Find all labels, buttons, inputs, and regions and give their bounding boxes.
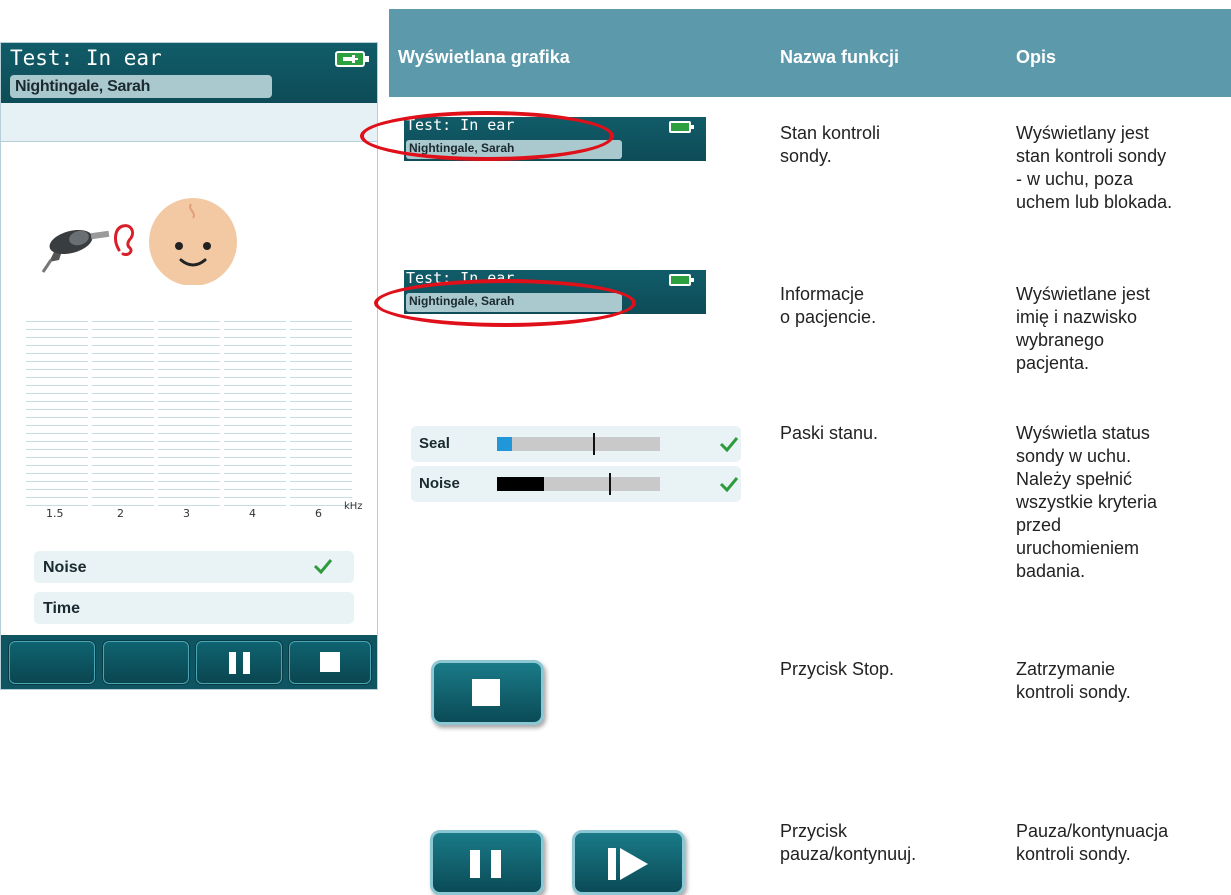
noise-label: Noise	[43, 559, 87, 576]
freq-tick: 6	[315, 507, 322, 520]
row4-description: Zatrzymanie kontroli sondy.	[1016, 659, 1131, 702]
noise-threshold-marker	[609, 473, 611, 495]
row1-function: Stan kontroli sondy.	[780, 123, 881, 166]
device-info-strip	[1, 103, 377, 141]
stop-button-image[interactable]	[431, 660, 544, 725]
charging-plug-icon	[343, 55, 358, 63]
device-patient-name: Nightingale, Sarah	[15, 78, 151, 95]
pause-button-image[interactable]	[430, 830, 544, 895]
stop-icon	[320, 652, 340, 672]
row5-description: Pauza/kontynuacja kontroli sondy.	[1016, 821, 1169, 864]
freq-unit: kHz	[344, 501, 363, 512]
header-graphic: Wyświetlana grafika	[398, 47, 570, 67]
pause-icon	[229, 652, 236, 674]
noise-status-bar	[497, 473, 660, 495]
time-status-row	[34, 592, 354, 624]
row1-description: Wyświetlany jest stan kontroli sondy - w u…	[1016, 123, 1173, 212]
frequency-band-1-5	[26, 321, 88, 506]
continue-button-image[interactable]	[572, 830, 685, 895]
device-screen: Test: In ear Nightingale, Sarah 1.5 2 3 …	[0, 42, 378, 690]
highlight-ellipse	[374, 279, 636, 327]
battery-icon	[669, 121, 691, 133]
header-function: Nazwa funkcji	[780, 47, 900, 67]
freq-tick: 4	[249, 507, 256, 520]
noise-label: Noise	[419, 475, 460, 492]
frequency-band-2	[92, 321, 154, 506]
divider	[1, 141, 377, 142]
battery-icon-terminal	[691, 125, 694, 129]
seal-bar-fill	[497, 437, 512, 451]
frequency-band-6	[290, 321, 352, 506]
noise-bar-fill	[497, 477, 544, 491]
pause-icon	[470, 850, 480, 878]
seal-label: Seal	[419, 435, 450, 452]
row5-function: Przycisk pauza/kontynuuj.	[780, 821, 917, 864]
pause-icon	[491, 850, 501, 878]
pause-button[interactable]	[196, 641, 282, 684]
ear-icon	[114, 224, 135, 256]
highlight-ellipse	[360, 111, 614, 161]
row2-function: Informacje o pacjencie.	[780, 284, 877, 327]
check-icon	[719, 477, 739, 492]
row4-function: Przycisk Stop.	[780, 659, 895, 679]
header-description: Opis	[1016, 47, 1057, 67]
play-icon	[608, 848, 648, 880]
freq-tick: 3	[183, 507, 190, 520]
check-icon	[719, 437, 739, 452]
frequency-band-3	[158, 321, 220, 506]
blank-softkey-1[interactable]	[9, 641, 95, 684]
stop-button[interactable]	[289, 641, 371, 684]
time-label: Time	[43, 600, 81, 617]
battery-icon-terminal	[365, 56, 369, 62]
device-test-status: Test: In ear	[10, 46, 162, 70]
freq-tick: 2	[117, 507, 124, 520]
probe-icon	[41, 229, 110, 273]
check-icon	[313, 559, 333, 574]
row2-description: Wyświetlane jest imię i nazwisko wybranego…	[1016, 284, 1150, 373]
battery-icon-terminal	[691, 278, 694, 282]
battery-icon	[669, 274, 691, 286]
pause-icon	[243, 652, 250, 674]
seal-threshold-marker	[593, 433, 595, 455]
blank-softkey-2[interactable]	[103, 641, 189, 684]
seal-status-bar	[497, 433, 660, 455]
row3-function: Paski stanu.	[780, 423, 879, 443]
probe-ear-baby-illustration	[41, 198, 237, 285]
row3-description: Wyświetla status sondy w uchu. Należy speł…	[1016, 423, 1158, 581]
freq-tick: 1.5	[46, 507, 64, 520]
stop-icon	[472, 679, 500, 706]
frequency-band-4	[224, 321, 286, 506]
baby-face-icon	[149, 198, 237, 285]
